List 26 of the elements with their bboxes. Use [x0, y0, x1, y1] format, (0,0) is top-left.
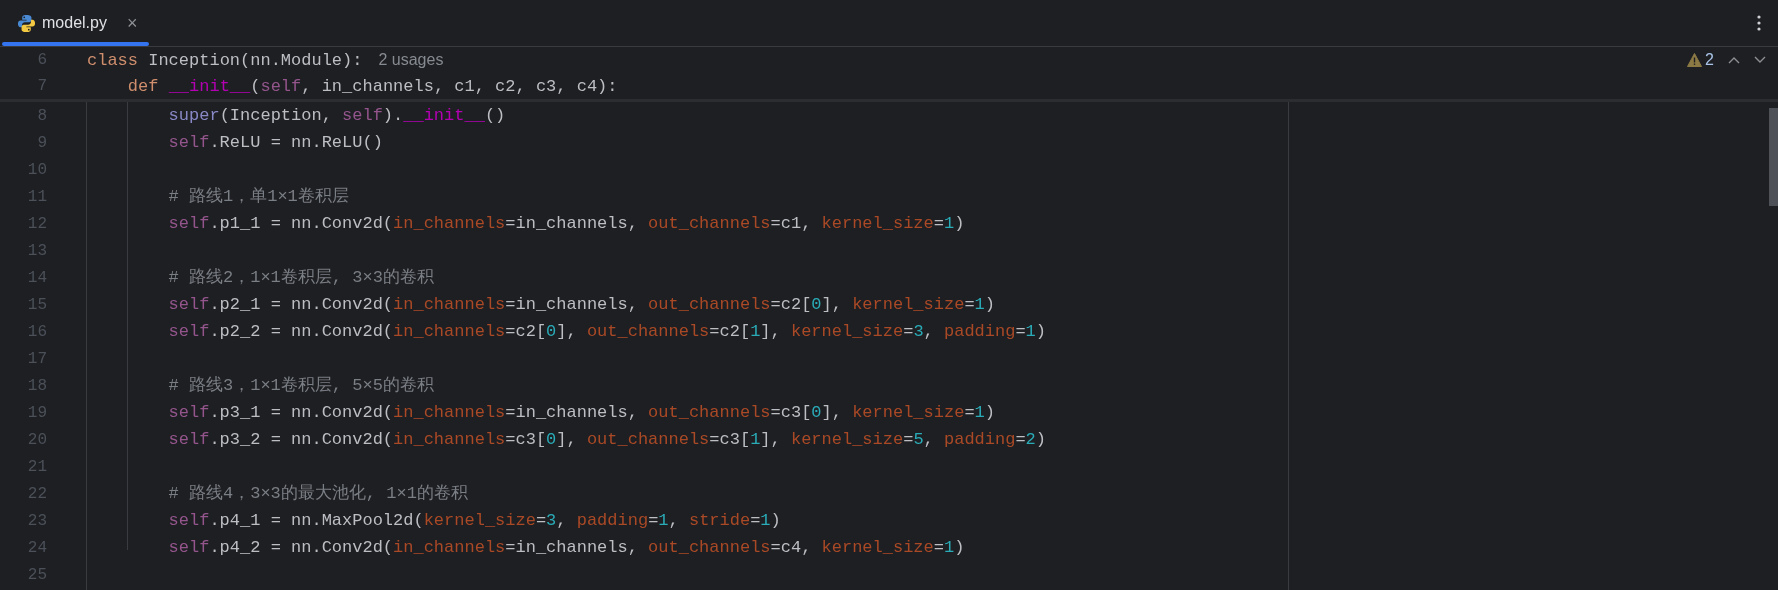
code-line: # 路线1，单1×1卷积层 [167, 188, 349, 205]
usages-hint[interactable]: 2 usages [378, 48, 444, 72]
more-options-icon[interactable] [1757, 15, 1761, 31]
chevron-up-icon[interactable] [1728, 56, 1740, 64]
tab-label: model.py [42, 13, 107, 33]
close-tab-button[interactable]: × [126, 14, 138, 32]
python-icon [17, 13, 36, 33]
code-line: self.p2_2 = nn.Conv2d(in_channels=c2[0], out_channels=c2[1], kernel_size=3, padding=1) [167, 323, 1046, 340]
file-tab[interactable]: model.py × [0, 0, 152, 46]
code-line: self.p1_1 = nn.Conv2d(in_channels=in_channels, out_channels=c1, kernel_size=1) [167, 215, 965, 232]
code-line: self.p4_2 = nn.Conv2d(in_channels=in_channels, out_channels=c4, kernel_size=1) [167, 539, 965, 556]
code-line: self.p4_1 = nn.MaxPool2d(kernel_size=3, padding=1, stride=1) [167, 512, 781, 529]
code-line: def __init__(self, in_channels, c1, c2, c3, c4): [126, 77, 618, 95]
code-line: # 路线3，1×1卷积层, 5×5的卷积 [167, 377, 434, 394]
code-line: # 路线4，3×3的最大池化, 1×1的卷积 [167, 485, 468, 502]
warning-icon [1687, 53, 1703, 67]
code-line: super(Inception, self).__init__() [167, 107, 506, 124]
code-line: self.p3_1 = nn.Conv2d(in_channels=in_channels, out_channels=c3[0], kernel_size=1) [167, 404, 995, 421]
warnings-indicator[interactable]: 2 [1687, 48, 1714, 72]
scrollbar-thumb[interactable] [1769, 108, 1778, 206]
code-line: # 路线2，1×1卷积层, 3×3的卷积 [167, 269, 434, 286]
chevron-down-icon[interactable] [1754, 56, 1766, 64]
code-line: class Inception(nn.Module): [87, 51, 363, 69]
code-line: self.ReLU = nn.ReLU() [167, 134, 383, 151]
code-line: self.p2_1 = nn.Conv2d(in_channels=in_channels, out_channels=c2[0], kernel_size=1) [167, 296, 995, 313]
code-line: self.p3_2 = nn.Conv2d(in_channels=c3[0], out_channels=c3[1], kernel_size=5, padding=2) [167, 431, 1046, 448]
